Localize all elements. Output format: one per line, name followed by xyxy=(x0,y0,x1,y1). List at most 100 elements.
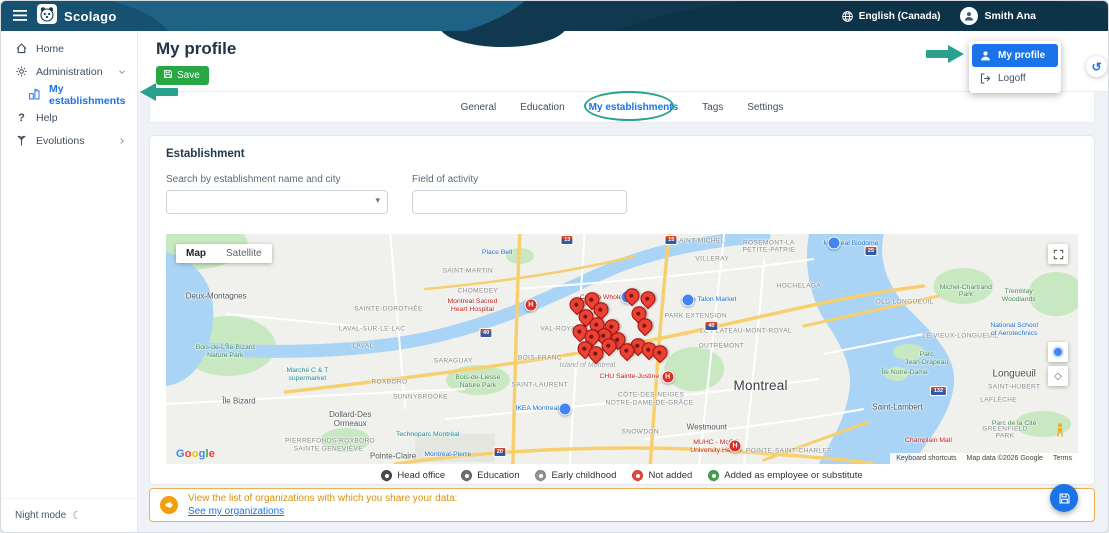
page-title: My profile xyxy=(156,39,237,58)
night-mode-toggle[interactable]: Night mode ☾ xyxy=(1,498,137,532)
user-menu-item-logoff[interactable]: Logoff xyxy=(972,67,1058,90)
person-icon xyxy=(979,49,992,62)
legend-label: Early childhood xyxy=(551,470,617,481)
attribution-keyboard-shortcuts[interactable]: Keyboard shortcuts xyxy=(896,455,956,462)
floppy-icon xyxy=(1059,493,1069,503)
highway-shield: 132 xyxy=(930,386,947,397)
chevron-down-icon xyxy=(117,67,127,77)
hamburger-icon xyxy=(13,9,27,24)
attribution-map-data-2026-google: Map data ©2026 Google xyxy=(966,455,1043,462)
highway-shield: 40 xyxy=(479,328,493,339)
hamburger-button[interactable] xyxy=(11,7,29,26)
establishment-card-title: Establishment xyxy=(166,148,245,160)
globe-icon xyxy=(841,10,854,23)
google-logo-letter: g xyxy=(198,448,206,460)
main-area: My profile Save General Education My estab… xyxy=(138,31,1108,532)
help-icon: ? xyxy=(18,111,25,124)
search-field-label: Search by establishment name and city xyxy=(166,174,341,185)
see-my-organizations-link[interactable]: See my organizations xyxy=(188,506,284,517)
map-attribution: Keyboard shortcuts Map data ©2026 Google T… xyxy=(890,453,1078,464)
pegman-streetview-control[interactable] xyxy=(1053,422,1067,441)
google-logo-letter: o xyxy=(184,448,192,460)
user-menu-item-label: My profile xyxy=(998,50,1046,61)
fullscreen-icon xyxy=(1053,249,1063,259)
sidebar-item-evolutions[interactable]: Evolutions xyxy=(1,129,137,152)
pegman-icon xyxy=(1057,423,1063,437)
sidebar-item-my-establishments[interactable]: My establishments xyxy=(1,83,137,107)
app-window: Scolago English (Canada) Smith Ana Home … xyxy=(0,0,1109,533)
legend-label: Not added xyxy=(648,470,693,481)
history-button[interactable]: ↺ xyxy=(1086,56,1107,77)
sprout-icon xyxy=(15,134,28,147)
legend-item-education: Education xyxy=(461,470,519,481)
floating-save-button[interactable] xyxy=(1050,484,1078,512)
satellite-view-button[interactable]: Satellite xyxy=(216,244,272,263)
location-dot-icon xyxy=(1054,348,1062,356)
language-selector[interactable]: English (Canada) xyxy=(841,10,941,23)
save-label: Save xyxy=(177,70,200,81)
user-name: Smith Ana xyxy=(984,10,1036,22)
megaphone-icon xyxy=(160,496,178,514)
legend-item-added-as-employee-or-substitute: Added as employee or substitute xyxy=(708,470,863,481)
attribution-terms[interactable]: Terms xyxy=(1053,455,1072,462)
notice-text: View the list of organizations with whic… xyxy=(188,493,458,504)
tab-settings[interactable]: Settings xyxy=(747,102,783,113)
activity-field: Field of activity xyxy=(412,174,627,214)
legend-label: Education xyxy=(477,470,520,481)
highway-shield: 25 xyxy=(864,246,878,257)
legend-marker xyxy=(708,470,720,481)
sidebar-item-label: Help xyxy=(36,111,58,124)
user-dropdown-menu: My profile Logoff xyxy=(969,41,1061,93)
sidebar-item-administration[interactable]: Administration xyxy=(1,60,137,83)
map-legend: Head office Education Early childhood Not a… xyxy=(150,470,1094,481)
map-view-button[interactable]: Map xyxy=(176,244,216,263)
google-logo-letter: G xyxy=(176,448,185,460)
sidebar-item-label: Home xyxy=(36,42,65,55)
google-logo: Google xyxy=(176,448,215,460)
chevron-right-icon xyxy=(117,136,127,146)
field-of-activity-input[interactable] xyxy=(412,190,627,214)
fullscreen-button[interactable] xyxy=(1048,244,1068,264)
sidebar-item-home[interactable]: Home xyxy=(1,37,137,60)
sidebar-item-label: Administration xyxy=(36,65,103,78)
tab-general[interactable]: General xyxy=(461,102,497,113)
user-chip[interactable]: Smith Ana xyxy=(960,7,1036,25)
highway-shield: 13 xyxy=(560,235,574,246)
map-type-control: Map Satellite xyxy=(176,244,272,263)
establishment-card: Establishment Search by establishment na… xyxy=(149,135,1095,485)
home-icon xyxy=(15,42,28,55)
language-label: English (Canada) xyxy=(858,10,941,22)
hospital-marker[interactable]: H xyxy=(728,439,742,453)
my-location-button[interactable] xyxy=(1048,342,1068,362)
tilt-control-button[interactable]: ◇ xyxy=(1048,366,1068,386)
chevron-down-icon: ▾ xyxy=(375,195,380,205)
legend-item-not-added: Not added xyxy=(632,470,692,481)
hospital-marker[interactable]: H xyxy=(524,298,538,312)
blue-poi-marker[interactable] xyxy=(558,402,572,416)
tab-tags[interactable]: Tags xyxy=(702,102,723,113)
establishment-search-select[interactable]: ▾ xyxy=(166,190,388,214)
legend-item-early-childhood: Early childhood xyxy=(535,470,616,481)
google-logo-letter: e xyxy=(208,448,216,460)
save-button[interactable]: Save xyxy=(156,66,209,85)
legend-label: Head office xyxy=(397,470,446,481)
tab-education[interactable]: Education xyxy=(520,102,564,113)
tab-my-establishments[interactable]: My establishments xyxy=(589,102,678,113)
map-canvas[interactable]: Deux-Montagnes SAINTE-DOROTHÉE CHOMEDEY Mon… xyxy=(166,234,1078,464)
highway-shield: 40 xyxy=(704,321,718,331)
night-mode-label: Night mode xyxy=(15,510,67,521)
gear-icon xyxy=(15,65,28,78)
blue-poi-marker[interactable] xyxy=(681,293,695,307)
user-menu-item-label: Logoff xyxy=(998,73,1026,84)
blue-poi-marker[interactable] xyxy=(827,236,841,250)
logout-icon xyxy=(979,72,992,85)
tabs: General Education My establishments Tags Set… xyxy=(150,92,1094,122)
hospital-marker[interactable]: H xyxy=(661,370,675,384)
page-header: My profile Save xyxy=(138,31,1108,92)
sidebar-item-help[interactable]: ? Help xyxy=(1,106,137,129)
legend-marker xyxy=(381,470,393,481)
google-logo-letter: o xyxy=(191,448,199,460)
sidebar-item-label: Evolutions xyxy=(36,134,85,147)
user-menu-item-my-profile[interactable]: My profile xyxy=(972,44,1058,67)
share-data-notice: View the list of organizations with whic… xyxy=(149,488,1095,522)
